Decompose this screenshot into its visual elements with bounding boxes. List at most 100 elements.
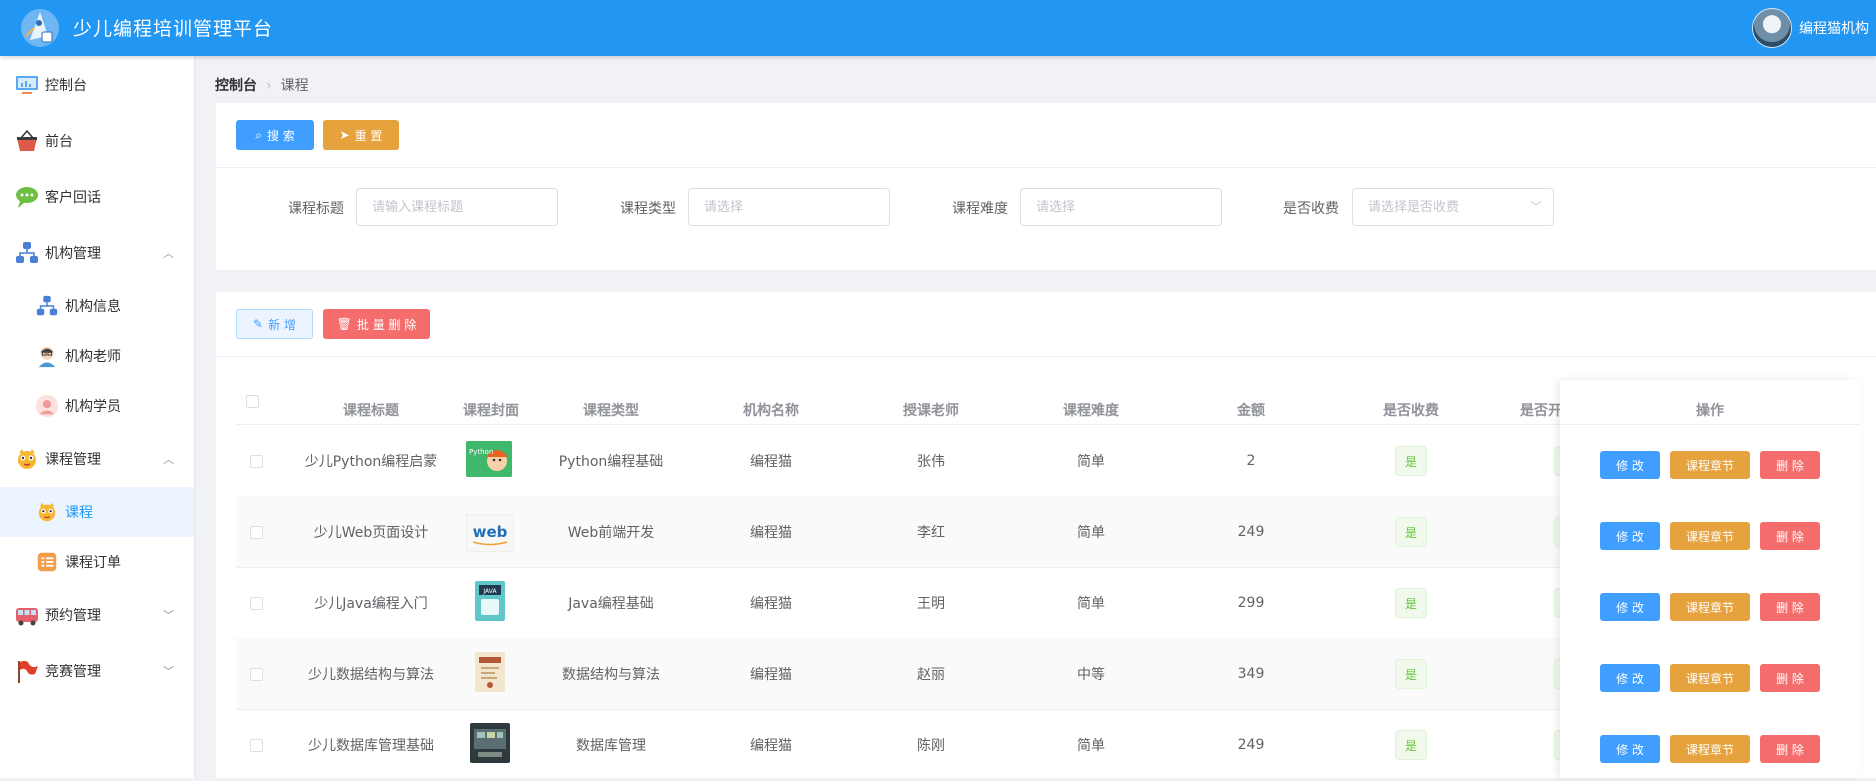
col-header-actions: 操作 [1696,403,1724,419]
chevron-up-icon: ︿ [163,453,174,466]
cell-price: 299 [1237,595,1265,611]
cell-org: 编程猫 [750,738,792,754]
is-paid-select[interactable] [1352,188,1554,226]
batch-delete-button[interactable]: 🗑 批 量 删 除 [323,309,430,339]
sidebar-item-org-management[interactable]: 机构管理 ︿ [0,228,194,278]
reset-button[interactable]: ➤ 重 置 [323,120,399,150]
cell-title: 少儿Web页面设计 [313,525,429,541]
delete-button[interactable]: 删 除 [1760,593,1820,621]
breadcrumb: 控制台 › 课程 [215,75,309,95]
sidebar-item-competition-management[interactable]: 竞赛管理 ﹀ [0,646,194,696]
course-type-label: 课程类型 [620,201,676,217]
teacher-icon [38,346,56,368]
delete-button[interactable]: 删 除 [1760,522,1820,550]
order-icon [37,552,57,572]
cell-teacher: 陈刚 [917,738,945,754]
sidebar-item-customer-chat[interactable]: 客户回话 [0,172,194,222]
course-cover-image: web [466,514,514,552]
sidebar-item-label: 机构学员 [65,399,121,415]
edit-button[interactable]: 修 改 [1600,664,1660,692]
row-checkbox[interactable] [250,668,263,681]
row-checkbox[interactable] [250,739,263,752]
student-icon [35,394,59,418]
course-level-label: 课程难度 [952,201,1008,217]
edit-button[interactable]: 修 改 [1600,451,1660,479]
user-name[interactable]: 编程猫机构 [1799,18,1869,38]
paid-tag: 是 [1395,446,1427,476]
search-icon: ⌕ [255,127,262,142]
delete-button[interactable]: 删 除 [1760,735,1820,763]
course-cover-image [470,723,510,763]
row-checkbox[interactable] [250,455,263,468]
course-type-select[interactable] [688,188,890,226]
paid-tag: 是 [1395,730,1427,760]
search-button[interactable]: ⌕ 搜 索 [236,120,314,150]
edit-button[interactable]: 修 改 [1600,522,1660,550]
sidebar-item-frontend[interactable]: 前台 [0,116,194,166]
sidebar-item-label: 课程 [65,505,93,521]
operations-column [1560,380,1860,778]
sidebar-item-course-management[interactable]: 课程管理 ︿ [0,434,194,484]
avatar[interactable] [1752,8,1792,48]
delete-button[interactable]: 删 除 [1760,451,1820,479]
col-header-open: 是否开 [1520,403,1562,419]
sidebar-item-org-teachers[interactable]: 机构老师 [0,331,194,381]
chevron-down-icon: ﹀ [163,665,174,678]
row-checkbox[interactable] [250,526,263,539]
cell-type: Java编程基础 [568,596,654,612]
add-button[interactable]: ✎ 新 增 [236,309,313,339]
cell-title: 少儿数据库管理基础 [308,738,434,754]
col-header-org: 机构名称 [743,403,799,419]
edit-button[interactable]: 修 改 [1600,593,1660,621]
cell-type: Python编程基础 [558,454,664,470]
chapters-button[interactable]: 课程章节 [1670,735,1750,763]
sidebar-item-label: 课程管理 [45,452,101,468]
course-cover-image [475,652,505,692]
edit-icon: ✎ [253,317,264,331]
sidebar-item-org-info[interactable]: 机构信息 [0,281,194,331]
paid-tag: 是 [1395,517,1427,547]
sidebar-item-dashboard[interactable]: 控制台 [0,60,194,110]
divider [216,356,1876,357]
chapters-button[interactable]: 课程章节 [1670,451,1750,479]
top-header: 少儿编程培训管理平台 编程猫机构 [0,0,1876,56]
col-header-type: 课程类型 [583,403,639,419]
course-title-input[interactable] [356,188,558,226]
sidebar-item-course-orders[interactable]: 课程订单 [0,537,194,587]
sidebar-item-label: 控制台 [45,78,87,94]
sidebar-item-booking-management[interactable]: 预约管理 ﹀ [0,590,194,640]
course-cover-image: Python [466,441,512,477]
row-checkbox[interactable] [250,597,263,610]
chapters-button[interactable]: 课程章节 [1670,593,1750,621]
cell-org: 编程猫 [750,525,792,541]
paid-tag: 是 [1395,588,1427,618]
breadcrumb-root[interactable]: 控制台 [215,78,257,94]
chapters-button[interactable]: 课程章节 [1670,664,1750,692]
app-logo-icon [21,9,59,47]
col-header-price: 金额 [1237,403,1265,419]
chevron-up-icon: ︿ [163,247,174,260]
cell-title: 少儿Java编程入门 [314,596,428,612]
cell-level: 简单 [1077,738,1105,754]
edit-button[interactable]: 修 改 [1600,735,1660,763]
cover-text: web [473,523,508,541]
monitor-icon [16,76,38,94]
sidebar-item-label: 客户回话 [45,190,101,206]
reset-button-label: 重 置 [354,128,383,143]
sidebar: 控制台 前台 客户回话 机构管理 ︿ 机构信息 机构老师 机构学员 课程管理 ︿… [0,56,195,778]
cell-teacher: 赵丽 [917,667,945,683]
delete-button[interactable]: 删 除 [1760,664,1820,692]
operations-header-divider [1560,424,1860,425]
sidebar-item-course[interactable]: 课程 [0,487,194,537]
cell-title: 少儿Python编程启蒙 [304,454,438,470]
sidebar-item-label: 机构老师 [65,349,121,365]
cover-text: JAVA [482,588,497,595]
course-level-select[interactable] [1020,188,1222,226]
select-all-checkbox[interactable] [246,395,259,408]
chapters-button[interactable]: 课程章节 [1670,522,1750,550]
chevron-down-icon: ﹀ [163,609,174,622]
course-cover-image: JAVA [475,581,505,621]
divider [216,167,1876,168]
search-panel: ⌕ 搜 索 ➤ 重 置 课程标题 课程类型 课程难度 是否收费 ﹀ [216,103,1876,270]
sidebar-item-org-students[interactable]: 机构学员 [0,381,194,431]
